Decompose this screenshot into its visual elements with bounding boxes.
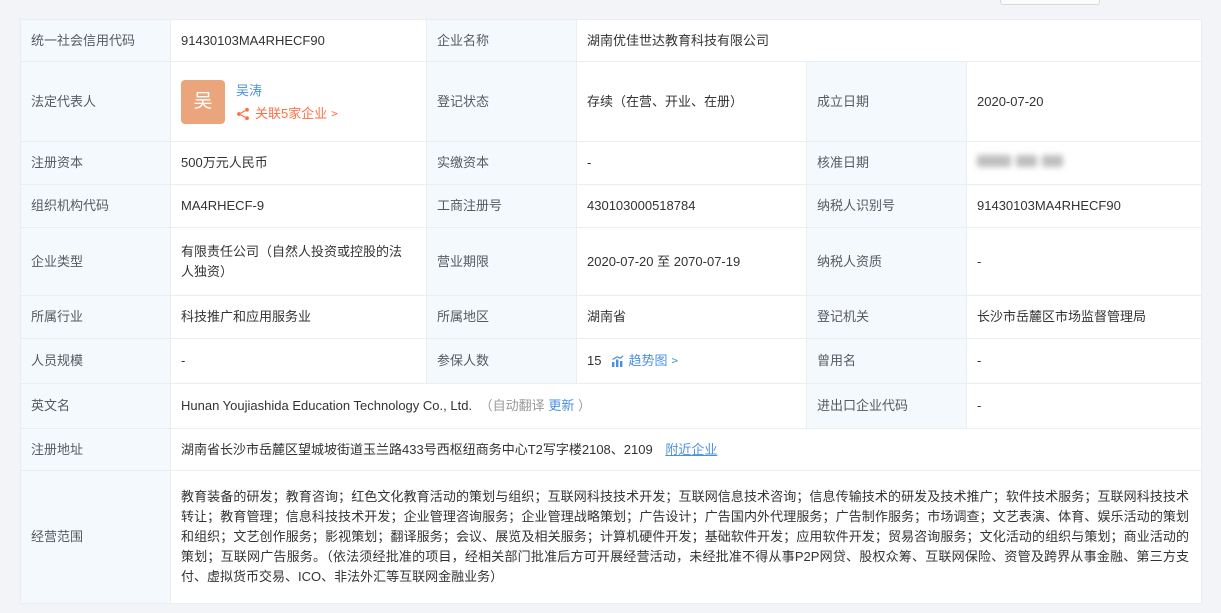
reg-authority-value: 长沙市岳麓区市场监督管理局	[967, 296, 1202, 339]
update-translation-link[interactable]: 更新	[548, 398, 574, 413]
trend-chart-link[interactable]: 趋势图 >	[611, 351, 678, 371]
avatar[interactable]: 吴	[181, 80, 225, 124]
insured-count-block: 15 趋势图 >	[587, 351, 794, 371]
legal-rep-block: 吴 吴涛 关联5家企业 >	[181, 80, 414, 124]
english-name-label: 英文名	[21, 384, 171, 429]
approval-date-label: 核准日期	[807, 142, 967, 185]
related-graph-icon	[236, 107, 250, 121]
table-row: 注册资本 500万元人民币 实缴资本 - 核准日期	[21, 142, 1202, 185]
related-companies-text: 关联5家企业	[255, 106, 327, 121]
former-name-value: -	[967, 339, 1202, 384]
table-row: 英文名 Hunan Youjiashida Education Technolo…	[21, 384, 1202, 429]
trend-chart-text: 趋势图	[628, 351, 667, 371]
company-type-label: 企业类型	[21, 228, 171, 296]
biz-term-value: 2020-07-20 至 2070-07-19	[577, 228, 807, 296]
taxpayer-id-value: 91430103MA4RHECF90	[967, 185, 1202, 228]
company-info-page: 统一社会信用代码 91430103MA4RHECF90 企业名称 湖南优佳世达教…	[0, 0, 1221, 613]
auto-translate-note-close: ）	[578, 398, 591, 413]
staff-size-label: 人员规模	[21, 339, 171, 384]
table-row: 法定代表人 吴 吴涛 关联5家企业	[21, 62, 1202, 142]
approval-date-redacted-value	[977, 155, 1068, 167]
business-scope-label: 经营范围	[21, 471, 171, 604]
table-row: 企业类型 有限责任公司（自然人投资或控股的法人独资） 营业期限 2020-07-…	[21, 228, 1202, 296]
staff-size-value: -	[171, 339, 427, 384]
region-label: 所属地区	[427, 296, 577, 339]
reg-capital-value: 500万元人民币	[171, 142, 427, 185]
table-row: 所属行业 科技推广和应用服务业 所属地区 湖南省 登记机关 长沙市岳麓区市场监督…	[21, 296, 1202, 339]
org-code-value: MA4RHECF-9	[171, 185, 427, 228]
import-export-code-value: -	[967, 384, 1202, 429]
table-row: 人员规模 - 参保人数 15 趋势图 >	[21, 339, 1202, 384]
insured-count-value: 15	[587, 351, 601, 371]
biz-term-label: 营业期限	[427, 228, 577, 296]
biz-reg-no-value: 430103000518784	[577, 185, 807, 228]
reg-address-value: 湖南省长沙市岳麓区望城坡街道玉兰路433号西枢纽商务中心T2写字楼2108、21…	[181, 442, 653, 457]
table-row: 统一社会信用代码 91430103MA4RHECF90 企业名称 湖南优佳世达教…	[21, 20, 1202, 62]
former-name-label: 曾用名	[807, 339, 967, 384]
business-scope-value: 教育装备的研发；教育咨询；红色文化教育活动的策划与组织；互联网科技技术开发；互联…	[171, 471, 1202, 604]
establish-date-value: 2020-07-20	[967, 62, 1202, 142]
trend-chart-icon	[611, 355, 624, 368]
org-code-label: 组织机构代码	[21, 185, 171, 228]
legal-rep-label: 法定代表人	[21, 62, 171, 142]
taxpayer-qualification-value: -	[967, 228, 1202, 296]
industry-value: 科技推广和应用服务业	[171, 296, 427, 339]
company-info-table: 统一社会信用代码 91430103MA4RHECF90 企业名称 湖南优佳世达教…	[20, 19, 1202, 604]
partial-top-button[interactable]	[1000, 0, 1100, 5]
region-value: 湖南省	[577, 296, 807, 339]
reg-status-label: 登记状态	[427, 62, 577, 142]
paid-capital-value: -	[577, 142, 807, 185]
biz-reg-no-label: 工商注册号	[427, 185, 577, 228]
company-name-label: 企业名称	[427, 20, 577, 62]
related-companies-link[interactable]: 关联5家企业 >	[236, 106, 338, 121]
taxpayer-qualification-label: 纳税人资质	[807, 228, 967, 296]
chevron-right-icon: >	[671, 351, 678, 371]
legal-rep-name-link[interactable]: 吴涛	[236, 82, 338, 99]
company-name-value: 湖南优佳世达教育科技有限公司	[577, 20, 1202, 62]
company-type-value: 有限责任公司（自然人投资或控股的法人独资）	[171, 228, 427, 296]
reg-address-label: 注册地址	[21, 429, 171, 471]
table-row: 经营范围 教育装备的研发；教育咨询；红色文化教育活动的策划与组织；互联网科技技术…	[21, 471, 1202, 604]
credit-code-label: 统一社会信用代码	[21, 20, 171, 62]
reg-status-value: 存续（在营、开业、在册）	[577, 62, 807, 142]
nearby-companies-link[interactable]: 附近企业	[665, 442, 717, 457]
table-row: 注册地址 湖南省长沙市岳麓区望城坡街道玉兰路433号西枢纽商务中心T2写字楼21…	[21, 429, 1202, 471]
english-name-value: Hunan Youjiashida Education Technology C…	[181, 398, 472, 413]
paid-capital-label: 实缴资本	[427, 142, 577, 185]
establish-date-label: 成立日期	[807, 62, 967, 142]
chevron-right-icon: >	[331, 106, 338, 121]
reg-authority-label: 登记机关	[807, 296, 967, 339]
industry-label: 所属行业	[21, 296, 171, 339]
taxpayer-id-label: 纳税人识别号	[807, 185, 967, 228]
import-export-code-label: 进出口企业代码	[807, 384, 967, 429]
reg-capital-label: 注册资本	[21, 142, 171, 185]
credit-code-value: 91430103MA4RHECF90	[171, 20, 427, 62]
table-row: 组织机构代码 MA4RHECF-9 工商注册号 430103000518784 …	[21, 185, 1202, 228]
auto-translate-note: （自动翻译	[480, 398, 545, 413]
insured-count-label: 参保人数	[427, 339, 577, 384]
